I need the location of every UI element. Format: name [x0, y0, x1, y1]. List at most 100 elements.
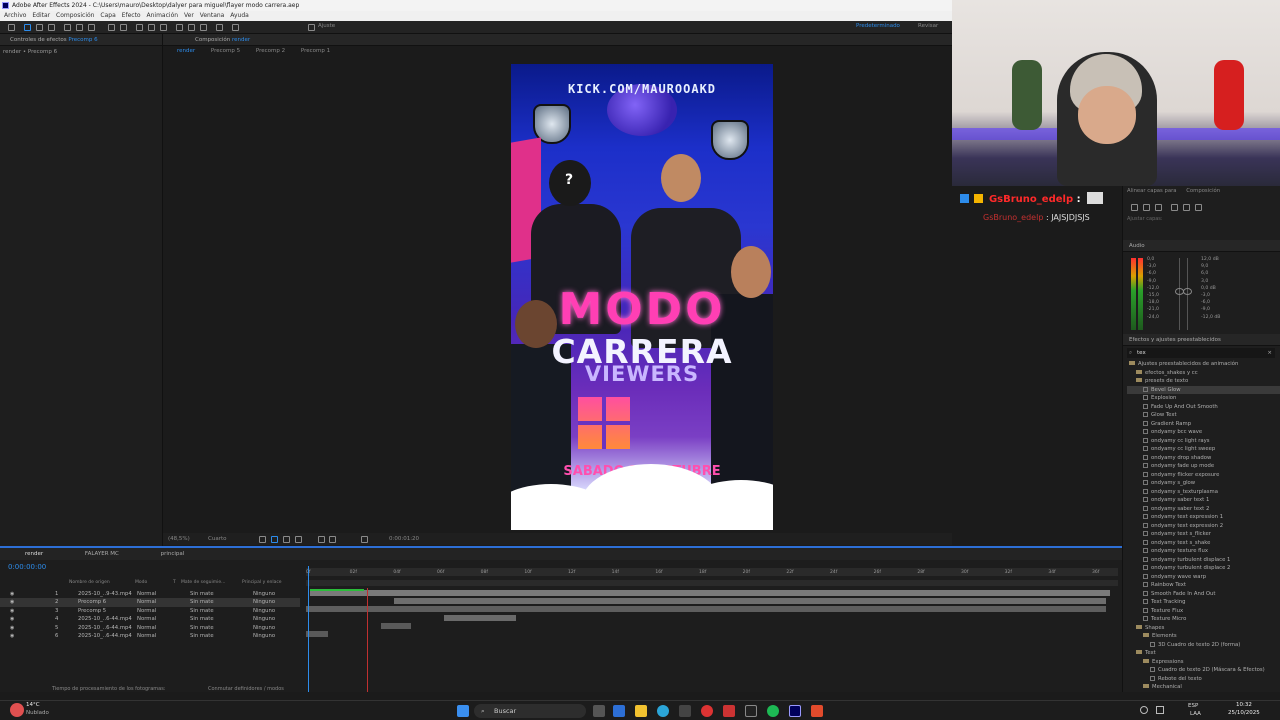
menu-ver[interactable]: Ver: [184, 12, 194, 19]
menu-ventana[interactable]: Ventana: [200, 12, 225, 19]
preset-item[interactable]: Smooth Fade In And Out: [1127, 590, 1280, 599]
eye-icon[interactable]: ◉: [10, 632, 14, 640]
brave-icon[interactable]: [811, 705, 823, 717]
preset-item[interactable]: ondyamy text expression 2: [1127, 522, 1280, 531]
preset-item[interactable]: Rainbow Text: [1127, 581, 1280, 590]
preset-item[interactable]: ondyamy s_texturplasma: [1127, 488, 1280, 497]
zoom-tool-icon[interactable]: [48, 24, 55, 31]
layer-track-matte[interactable]: Sin mate: [190, 615, 214, 623]
layer-name[interactable]: Precomp 6: [78, 598, 106, 606]
keyboard-language[interactable]: ESP: [1188, 703, 1198, 709]
layer-track-matte[interactable]: Sin mate: [190, 632, 214, 640]
breadcrumb-render[interactable]: render: [177, 48, 195, 54]
align-center-icon[interactable]: [1143, 204, 1150, 211]
align-top-icon[interactable]: [1171, 204, 1178, 211]
breadcrumb-precomp-1[interactable]: Precomp 1: [301, 48, 330, 54]
menu-editar[interactable]: Editar: [32, 12, 50, 19]
preset-item[interactable]: ondyamy fade up mode: [1127, 462, 1280, 471]
layer-parent[interactable]: Ninguno: [253, 615, 275, 623]
timeline-tab-falayer[interactable]: FALAYER MC: [85, 551, 119, 557]
network-icon[interactable]: [1140, 706, 1148, 714]
breadcrumb-precomp-2[interactable]: Precomp 2: [256, 48, 285, 54]
effects-search-input[interactable]: ⌕ tex ×: [1127, 348, 1275, 358]
current-time-indicator[interactable]: [308, 566, 309, 692]
volume-icon[interactable]: [1156, 706, 1164, 714]
preset-item[interactable]: ondyamy flicker exposure: [1127, 471, 1280, 480]
eye-icon[interactable]: ◉: [10, 607, 14, 615]
preset-item[interactable]: ondyamy cc light rays: [1127, 437, 1280, 446]
preset-item[interactable]: ondyamy drop shadow: [1127, 454, 1280, 463]
zoom-level[interactable]: (48,5%): [168, 533, 190, 545]
preset-item[interactable]: ondyamy text expression 1: [1127, 513, 1280, 522]
layer-mode[interactable]: Normal: [137, 624, 156, 632]
layer-name[interactable]: 2025-10_..6-44.mp4: [78, 624, 132, 632]
anchor-tool-icon[interactable]: [120, 24, 127, 31]
preset-item[interactable]: ondyamy cc light sweep: [1127, 445, 1280, 454]
widgets-icon[interactable]: [613, 705, 625, 717]
color-icon[interactable]: [318, 536, 325, 543]
composition-viewer-frame[interactable]: KICK.COM/MAUROOAKD ? MODO CARRERA VIEWER…: [511, 64, 773, 530]
preset-item[interactable]: ondyamy bcc wave: [1127, 428, 1280, 437]
breadcrumb-precomp-5[interactable]: Precomp 5: [211, 48, 240, 54]
eye-icon[interactable]: ◉: [10, 598, 14, 606]
preset-folder[interactable]: Ajustes preestablecidos de animación: [1127, 360, 1280, 369]
preset-item[interactable]: ondyamy text s_flicker: [1127, 530, 1280, 539]
preset-item[interactable]: Explosion: [1127, 394, 1280, 403]
layer-name[interactable]: Precomp 5: [78, 607, 106, 615]
clone-tool-icon[interactable]: [188, 24, 195, 31]
layer-row[interactable]: ◉ 6 2025-10_..6-44.mp4 Normal Sin mate Ningun…: [0, 632, 300, 640]
task-view-icon[interactable]: [593, 705, 605, 717]
weather-icon[interactable]: [10, 703, 24, 717]
app-icon[interactable]: [723, 705, 735, 717]
preset-item[interactable]: Bevel Glow: [1127, 385, 1280, 394]
preset-item[interactable]: ondyamy text s_shake: [1127, 539, 1280, 548]
layer-duration-bar[interactable]: [310, 590, 1110, 596]
eraser-tool-icon[interactable]: [200, 24, 207, 31]
preset-item[interactable]: Fade Up And Out Smooth: [1127, 403, 1280, 412]
dolly-tool-icon[interactable]: [88, 24, 95, 31]
audio-slider-knob[interactable]: [1183, 288, 1192, 295]
file-explorer-icon[interactable]: [635, 705, 647, 717]
align-middle-icon[interactable]: [1183, 204, 1190, 211]
layer-parent[interactable]: Ninguno: [253, 598, 275, 606]
layer-parent[interactable]: Ninguno: [253, 632, 275, 640]
layer-name[interactable]: 2025-10_..6-44.mp4: [78, 615, 132, 623]
obs-icon[interactable]: [701, 705, 713, 717]
mask-icon[interactable]: [283, 536, 290, 543]
preset-item[interactable]: ondyamy saber text 2: [1127, 505, 1280, 514]
text-tool-icon[interactable]: [160, 24, 167, 31]
workspace-default[interactable]: Predeterminado: [856, 23, 900, 29]
preset-item[interactable]: Texture Flux: [1127, 607, 1280, 616]
taskbar-search[interactable]: ⌕ Buscar: [474, 704, 586, 718]
start-icon[interactable]: [457, 705, 469, 717]
preset-item[interactable]: Gradient Ramp: [1127, 420, 1280, 429]
workspace-review[interactable]: Revisar: [918, 23, 938, 29]
layer-row[interactable]: ◉ 3 Precomp 5 Normal Sin mate Ninguno: [0, 607, 300, 615]
layer-mode[interactable]: Normal: [137, 615, 156, 623]
brush-tool-icon[interactable]: [176, 24, 183, 31]
menu-archivo[interactable]: Archivo: [4, 12, 26, 19]
home-icon[interactable]: [8, 24, 15, 31]
exposure-icon[interactable]: [329, 536, 336, 543]
toggle-switches-modes[interactable]: Conmutar definidores / modos: [208, 686, 284, 692]
align-left-icon[interactable]: [1131, 204, 1138, 211]
orbit-tool-icon[interactable]: [64, 24, 71, 31]
preset-item[interactable]: Texture Micro: [1127, 615, 1280, 624]
preset-item[interactable]: ondyamy turbulent displace 2: [1127, 564, 1280, 573]
timeline-tab-principal[interactable]: principal: [161, 551, 185, 557]
rotate-tool-icon[interactable]: [108, 24, 115, 31]
resolution-select[interactable]: Cuarto: [208, 533, 226, 545]
spotify-icon[interactable]: [767, 705, 779, 717]
pen-tool-icon[interactable]: [148, 24, 155, 31]
preset-item[interactable]: 3D Cuadro de texto 2D (forma): [1127, 641, 1280, 650]
eye-icon[interactable]: ◉: [10, 615, 14, 623]
after-effects-taskbar-icon[interactable]: [789, 705, 801, 717]
layer-name[interactable]: 2025-10_..6-44.mp4: [78, 632, 132, 640]
puppet-tool-icon[interactable]: [232, 24, 239, 31]
layer-mode[interactable]: Normal: [137, 632, 156, 640]
layer-duration-bar[interactable]: [444, 615, 516, 621]
layer-track-matte[interactable]: Sin mate: [190, 590, 214, 598]
preset-item[interactable]: ondyamy texture flux: [1127, 547, 1280, 556]
layer-duration-bar[interactable]: [394, 598, 1106, 604]
menu-capa[interactable]: Capa: [100, 12, 115, 19]
